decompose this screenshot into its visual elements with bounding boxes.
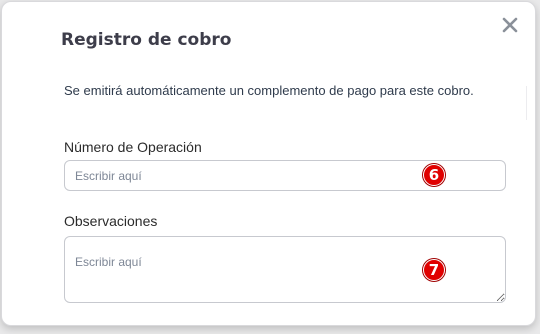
payment-registration-dialog: Registro de cobro Se emitirá automáticam…: [1, 1, 536, 326]
step-marker-7: 7: [423, 259, 445, 281]
dialog-title: Registro de cobro: [61, 30, 232, 50]
close-button[interactable]: [498, 13, 522, 37]
observations-label: Observaciones: [64, 213, 158, 229]
operation-number-label: Número de Operación: [64, 139, 202, 155]
step-marker-6: 6: [423, 164, 445, 186]
divider: [526, 86, 527, 120]
info-text: Se emitirá automáticamente un complement…: [64, 83, 474, 98]
close-icon: [502, 17, 518, 33]
